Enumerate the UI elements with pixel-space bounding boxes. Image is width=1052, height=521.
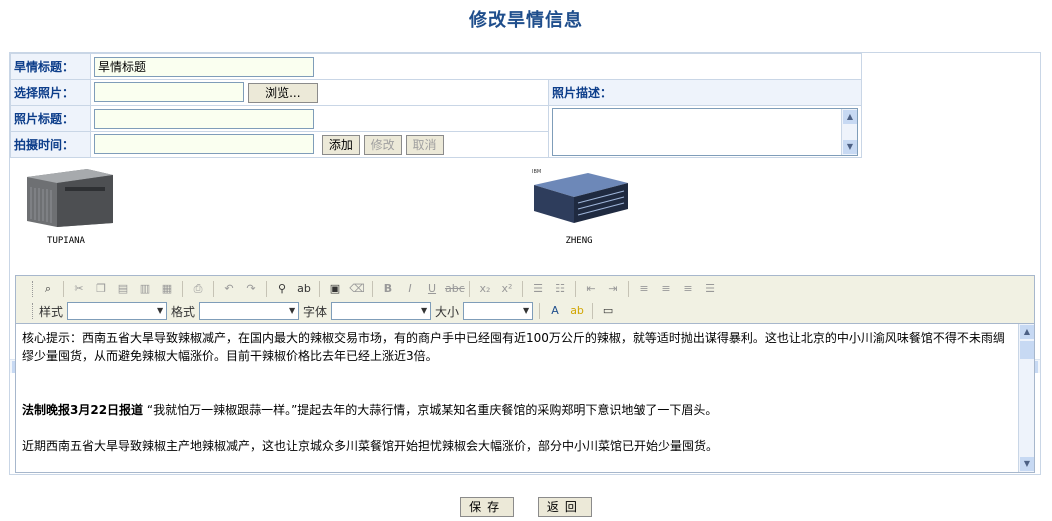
subscript-icon[interactable]: x₂ — [476, 280, 494, 298]
chevron-down-icon: ▼ — [522, 306, 530, 315]
server-rack-image: IBM — [532, 169, 628, 223]
editor-toolbar: ⌕ ✂ ❐ ▤ ▥ ▦ ⎙ ↶ ↷ ⚲ ab ▣ ⌫ B I U abc x₂ … — [16, 276, 1034, 324]
size-select[interactable]: ▼ — [463, 302, 534, 320]
photo-title-label: 照片标题： — [10, 105, 91, 132]
select-all-icon[interactable]: ▣ — [326, 280, 344, 298]
photo-gallery: TUPIANA IBM ZHENG ◀ ▶ — [10, 159, 1040, 373]
action-bar: 保存 返回 — [0, 497, 1052, 517]
align-justify-icon[interactable]: ☰ — [701, 280, 719, 298]
photo-desc-label: 照片描述： — [548, 79, 862, 106]
add-button[interactable]: 添加 — [321, 134, 360, 155]
remove-format-icon[interactable]: ⌫ — [348, 280, 366, 298]
maximize-icon[interactable]: ▭ — [599, 302, 617, 320]
shoot-time-input[interactable] — [94, 134, 314, 155]
toolbar-grip[interactable] — [32, 303, 35, 319]
cancel-button[interactable]: 取消 — [405, 134, 444, 155]
toolbar-grip[interactable] — [32, 281, 35, 297]
italic-icon[interactable]: I — [401, 280, 419, 298]
background-color-icon[interactable]: ab — [568, 302, 586, 320]
cut-icon[interactable]: ✂ — [70, 280, 88, 298]
editor-scrollbar[interactable]: ▲ ▼ — [1018, 324, 1034, 472]
style-select[interactable]: ▼ — [67, 302, 168, 320]
format-select[interactable]: ▼ — [199, 302, 300, 320]
font-select[interactable]: ▼ — [331, 302, 432, 320]
desc-scrollbar[interactable]: ▲ ▼ — [841, 108, 857, 155]
bulleted-list-icon[interactable]: ☷ — [551, 280, 569, 298]
shoot-time-label: 拍摄时间： — [10, 131, 91, 158]
align-right-icon[interactable]: ≡ — [679, 280, 697, 298]
chevron-down-icon: ▼ — [420, 306, 428, 315]
align-left-icon[interactable]: ≡ — [635, 280, 653, 298]
scroll-up-icon[interactable]: ▲ — [1020, 325, 1034, 339]
photo-label: ZHENG — [565, 236, 593, 246]
size-label: 大小 — [435, 304, 460, 319]
scroll-up-icon[interactable]: ▲ — [843, 109, 857, 124]
text-color-icon[interactable]: A — [546, 302, 564, 320]
replace-icon[interactable]: ab — [295, 280, 313, 298]
bold-icon[interactable]: B — [379, 280, 397, 298]
paste-word-icon[interactable]: ▦ — [158, 280, 176, 298]
edit-panel: 旱情标题： 选择照片： 浏览... 照片描述： 照片标题： ▲ ▼ — [9, 52, 1041, 475]
preview-icon[interactable]: ⌕ — [39, 280, 57, 298]
redo-icon[interactable]: ↷ — [242, 280, 260, 298]
back-button[interactable]: 返回 — [537, 497, 592, 517]
strikethrough-icon[interactable]: abc — [445, 280, 465, 298]
content-bold-lead: 法制晚报3月22日报道 — [22, 403, 144, 417]
align-center-icon[interactable]: ≡ — [657, 280, 675, 298]
numbered-list-icon[interactable]: ☰ — [529, 280, 547, 298]
style-label: 样式 — [39, 304, 64, 319]
select-photo-label: 选择照片： — [10, 79, 91, 106]
rich-text-editor: ⌕ ✂ ❐ ▤ ▥ ▦ ⎙ ↶ ↷ ⚲ ab ▣ ⌫ B I U abc x₂ … — [15, 275, 1035, 473]
drought-title-input[interactable] — [94, 56, 314, 77]
info-form: 旱情标题： 选择照片： 浏览... 照片描述： 照片标题： ▲ ▼ — [10, 53, 862, 158]
paste-icon[interactable]: ▤ — [114, 280, 132, 298]
select-photo-input[interactable] — [94, 82, 244, 103]
modify-button[interactable]: 修改 — [363, 134, 402, 155]
photo-item[interactable]: IBM ZHENG — [524, 165, 634, 246]
content-paragraph: 法制晚报3月22日报道 “我就怕万一辣椒跟蒜一样。”提起去年的大蒜行情，京城某知… — [22, 403, 718, 417]
chevron-down-icon: ▼ — [156, 306, 164, 315]
paste-text-icon[interactable]: ▥ — [136, 280, 154, 298]
save-button[interactable]: 保存 — [460, 497, 515, 517]
page-title: 修改旱情信息 — [469, 10, 583, 31]
photo-title-input[interactable] — [94, 108, 314, 129]
content-paragraph: 近期西南五省大旱导致辣椒主产地辣椒减产，这也让京城众多川菜餐馆开始担忧辣椒会大幅… — [22, 439, 719, 453]
scroll-down-icon[interactable]: ▼ — [1020, 457, 1034, 471]
photo-label: TUPIANA — [47, 236, 85, 246]
scroll-down-icon[interactable]: ▼ — [843, 139, 857, 154]
server-tower-image — [27, 169, 113, 227]
chevron-down-icon: ▼ — [288, 306, 296, 315]
svg-text:IBM: IBM — [532, 169, 541, 175]
format-label: 格式 — [171, 304, 196, 319]
print-icon[interactable]: ⎙ — [189, 280, 207, 298]
photo-desc-textarea[interactable]: ▲ ▼ — [552, 107, 858, 156]
find-icon[interactable]: ⚲ — [273, 280, 291, 298]
font-label: 字体 — [303, 304, 328, 319]
photo-item[interactable]: TUPIANA — [16, 165, 116, 246]
indent-icon[interactable]: ⇥ — [604, 280, 622, 298]
undo-icon[interactable]: ↶ — [220, 280, 238, 298]
underline-icon[interactable]: U — [423, 280, 441, 298]
content-paragraph: 核心提示：西南五省大旱导致辣椒减产，在国内最大的辣椒交易市场，有的商户手中已经囤… — [22, 331, 1005, 363]
scroll-thumb[interactable] — [1020, 341, 1034, 359]
editor-content[interactable]: 核心提示：西南五省大旱导致辣椒减产，在国内最大的辣椒交易市场，有的商户手中已经囤… — [16, 324, 1018, 472]
browse-button[interactable]: 浏览... — [247, 82, 318, 103]
copy-icon[interactable]: ❐ — [92, 280, 110, 298]
superscript-icon[interactable]: x² — [498, 280, 516, 298]
drought-title-label: 旱情标题： — [10, 53, 91, 80]
outdent-icon[interactable]: ⇤ — [582, 280, 600, 298]
